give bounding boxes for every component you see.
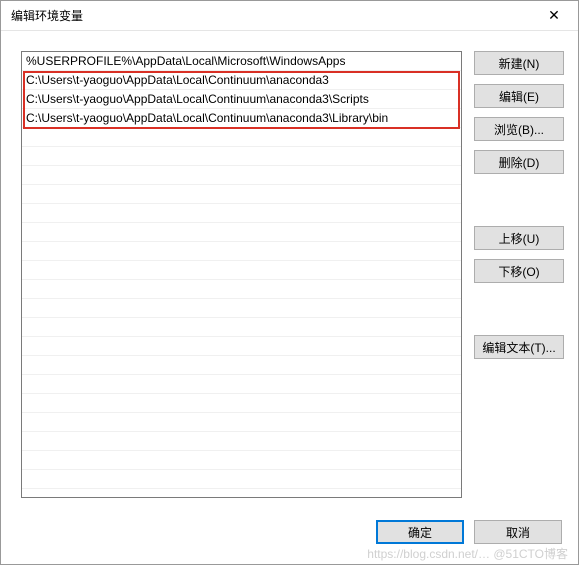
list-item[interactable]: C:\Users\t-yaoguo\AppData\Local\Continuu… xyxy=(22,90,461,109)
browse-button[interactable]: 浏览(B)... xyxy=(474,117,564,141)
cancel-button[interactable]: 取消 xyxy=(474,520,562,544)
list-item-empty[interactable] xyxy=(22,394,461,413)
button-column: 新建(N) 编辑(E) 浏览(B)... 删除(D) 上移(U) 下移(O) 编… xyxy=(474,51,564,498)
dialog-footer: 确定 取消 xyxy=(1,508,578,564)
close-button[interactable]: ✕ xyxy=(534,3,574,29)
list-item-empty[interactable] xyxy=(22,204,461,223)
list-item-empty[interactable] xyxy=(22,375,461,394)
list-item-empty[interactable] xyxy=(22,432,461,451)
titlebar: 编辑环境变量 ✕ xyxy=(1,1,578,31)
window-title: 编辑环境变量 xyxy=(11,7,534,24)
list-item-empty[interactable] xyxy=(22,242,461,261)
edit-text-button[interactable]: 编辑文本(T)... xyxy=(474,335,564,359)
new-button[interactable]: 新建(N) xyxy=(474,51,564,75)
list-item-empty[interactable] xyxy=(22,261,461,280)
move-down-button[interactable]: 下移(O) xyxy=(474,259,564,283)
delete-button[interactable]: 删除(D) xyxy=(474,150,564,174)
list-item-empty[interactable] xyxy=(22,223,461,242)
close-icon: ✕ xyxy=(548,7,560,24)
list-item-empty[interactable] xyxy=(22,147,461,166)
list-item[interactable]: C:\Users\t-yaoguo\AppData\Local\Continuu… xyxy=(22,71,461,90)
list-item-empty[interactable] xyxy=(22,299,461,318)
list-item-empty[interactable] xyxy=(22,166,461,185)
list-item-empty[interactable] xyxy=(22,470,461,489)
ok-button[interactable]: 确定 xyxy=(376,520,464,544)
move-up-button[interactable]: 上移(U) xyxy=(474,226,564,250)
list-item-empty[interactable] xyxy=(22,356,461,375)
list-item-empty[interactable] xyxy=(22,128,461,147)
list-item-empty[interactable] xyxy=(22,185,461,204)
edit-button[interactable]: 编辑(E) xyxy=(474,84,564,108)
list-item-empty[interactable] xyxy=(22,413,461,432)
dialog-content: %USERPROFILE%\AppData\Local\Microsoft\Wi… xyxy=(1,31,578,508)
list-item[interactable]: %USERPROFILE%\AppData\Local\Microsoft\Wi… xyxy=(22,52,461,71)
list-item-empty[interactable] xyxy=(22,337,461,356)
path-listbox[interactable]: %USERPROFILE%\AppData\Local\Microsoft\Wi… xyxy=(21,51,462,498)
list-item[interactable]: C:\Users\t-yaoguo\AppData\Local\Continuu… xyxy=(22,109,461,128)
list-item-empty[interactable] xyxy=(22,318,461,337)
list-item-empty[interactable] xyxy=(22,451,461,470)
list-item-empty[interactable] xyxy=(22,280,461,299)
